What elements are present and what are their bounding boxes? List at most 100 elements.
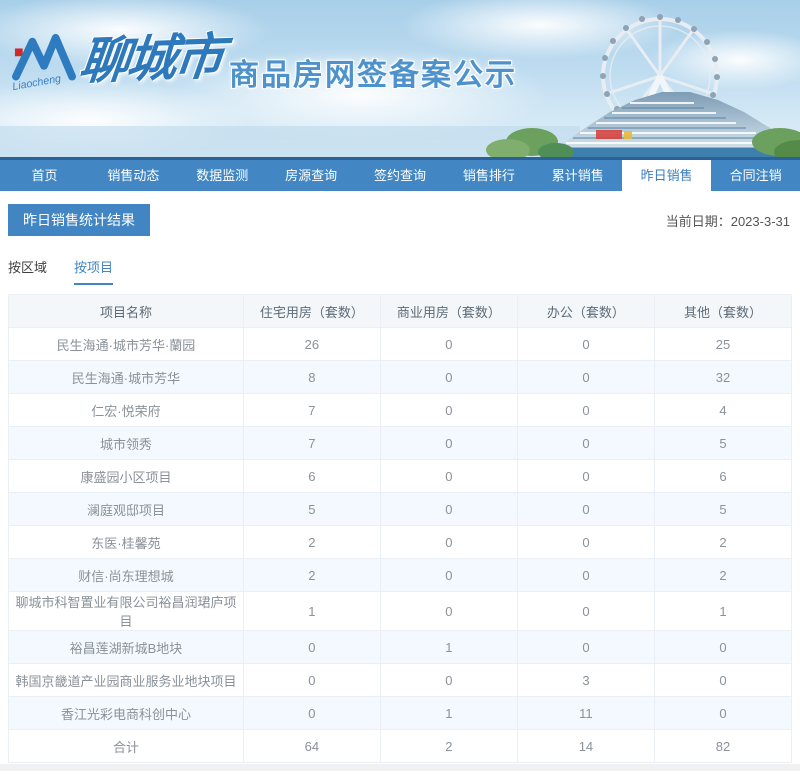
filter-tab-1[interactable]: 按区域 bbox=[8, 257, 47, 285]
project-name-cell: 民生海通·城市芳华·蘭园 bbox=[8, 327, 244, 361]
banner: Liaocheng 聊城市 商品房网签备案公示 bbox=[0, 0, 800, 157]
table-row: 东医·桂馨苑 2 0 0 2 bbox=[8, 525, 793, 559]
count-cell: 26 bbox=[242, 327, 381, 361]
filter-tab-2[interactable]: 按项目 bbox=[74, 257, 114, 285]
count-cell: 0 bbox=[379, 360, 518, 394]
count-cell: 0 bbox=[516, 492, 655, 526]
table-row: 香江光彩电商科创中心 0 1 11 0 bbox=[8, 696, 793, 730]
column-header: 项目名称 bbox=[8, 294, 244, 328]
count-cell: 2 bbox=[653, 525, 793, 559]
table-row: 澜庭观邸项目 5 0 0 5 bbox=[8, 492, 793, 526]
count-cell: 0 bbox=[516, 360, 655, 394]
count-cell: 64 bbox=[242, 729, 381, 763]
section-title-badge: 昨日销售统计结果 bbox=[8, 204, 150, 236]
count-cell: 0 bbox=[379, 663, 518, 697]
count-cell: 1 bbox=[242, 591, 381, 631]
site-title: 商品房网签备案公示 bbox=[229, 59, 517, 92]
count-cell: 4 bbox=[653, 393, 793, 427]
nav-item-8[interactable]: 昨日销售 bbox=[622, 160, 712, 191]
count-cell: 0 bbox=[653, 630, 793, 664]
count-cell: 5 bbox=[242, 492, 381, 526]
count-cell: 0 bbox=[379, 327, 518, 361]
table-row: 裕昌莲湖新城B地块 0 1 0 0 bbox=[8, 630, 793, 664]
project-name-cell: 香江光彩电商科创中心 bbox=[8, 696, 244, 730]
nav-item-2[interactable]: 销售动态 bbox=[89, 160, 178, 191]
count-cell: 0 bbox=[379, 426, 518, 460]
bottom-strip bbox=[0, 764, 800, 771]
count-cell: 1 bbox=[653, 591, 793, 631]
count-cell: 2 bbox=[242, 525, 381, 559]
project-name-cell: 康盛园小区项目 bbox=[8, 459, 244, 493]
nav-item-7[interactable]: 累计销售 bbox=[533, 160, 622, 191]
count-cell: 0 bbox=[379, 492, 518, 526]
table-header-row: 项目名称 住宅用房（套数） 商业用房（套数） 办公（套数） 其他（套数） bbox=[8, 294, 793, 328]
count-cell: 0 bbox=[516, 558, 655, 592]
project-name-cell: 城市领秀 bbox=[8, 426, 244, 460]
table-row: 康盛园小区项目 6 0 0 6 bbox=[8, 459, 793, 493]
count-cell: 0 bbox=[516, 459, 655, 493]
project-name-cell: 民生海通·城市芳华 bbox=[8, 360, 244, 394]
sales-table: 项目名称 住宅用房（套数） 商业用房（套数） 办公（套数） 其他（套数） 民生海通·城市… bbox=[8, 294, 793, 763]
count-cell: 5 bbox=[653, 492, 793, 526]
filter-tabs: 按区域 按项目 bbox=[0, 236, 800, 285]
nav-item-1[interactable]: 首页 bbox=[0, 160, 89, 191]
count-cell: 25 bbox=[653, 327, 793, 361]
column-header: 其他（套数） bbox=[653, 294, 793, 328]
project-name-cell: 合计 bbox=[8, 729, 244, 763]
count-cell: 0 bbox=[379, 591, 518, 631]
count-cell: 2 bbox=[242, 558, 381, 592]
main-nav: 首页 销售动态 数据监测 房源查询 签约查询 销售排行 累计销售 昨日销售 合同注销 bbox=[0, 157, 800, 191]
main-content: 昨日销售统计结果 当前日期：2023-3-31 按区域 按项目 项目名称 住宅用房（… bbox=[0, 191, 800, 763]
count-cell: 0 bbox=[379, 459, 518, 493]
count-cell: 1 bbox=[379, 630, 518, 664]
count-cell: 6 bbox=[242, 459, 381, 493]
count-cell: 0 bbox=[516, 426, 655, 460]
count-cell: 11 bbox=[516, 696, 655, 730]
current-date-prefix: 当前日期： bbox=[665, 213, 731, 229]
nav-item-5[interactable]: 签约查询 bbox=[356, 160, 445, 191]
count-cell: 0 bbox=[653, 663, 793, 697]
count-cell: 0 bbox=[516, 525, 655, 559]
count-cell: 32 bbox=[653, 360, 793, 394]
count-cell: 2 bbox=[653, 558, 793, 592]
count-cell: 2 bbox=[379, 729, 518, 763]
column-header: 商业用房（套数） bbox=[379, 294, 518, 328]
table-row: 民生海通·城市芳华·蘭园 26 0 0 25 bbox=[8, 327, 793, 361]
sales-table-body: 民生海通·城市芳华·蘭园 26 0 0 25 民生海通·城市芳华 8 0 0 32 仁宏·悦荣府 7 0… bbox=[8, 327, 793, 763]
count-cell: 6 bbox=[653, 459, 793, 493]
count-cell: 3 bbox=[516, 663, 655, 697]
brand: Liaocheng 聊城市 商品房网签备案公示 bbox=[12, 24, 517, 94]
count-cell: 8 bbox=[242, 360, 381, 394]
section-head: 昨日销售统计结果 当前日期：2023-3-31 bbox=[0, 191, 800, 236]
column-header: 住宅用房（套数） bbox=[242, 294, 381, 328]
building-sign bbox=[596, 130, 622, 139]
count-cell: 14 bbox=[516, 729, 655, 763]
sales-table-head: 项目名称 住宅用房（套数） 商业用房（套数） 办公（套数） 其他（套数） bbox=[8, 294, 793, 328]
project-name-cell: 东医·桂馨苑 bbox=[8, 525, 244, 559]
count-cell: 0 bbox=[653, 696, 793, 730]
nav-item-4[interactable]: 房源查询 bbox=[267, 160, 356, 191]
count-cell: 0 bbox=[242, 696, 381, 730]
count-cell: 5 bbox=[653, 426, 793, 460]
nav-item-3[interactable]: 数据监测 bbox=[178, 160, 267, 191]
count-cell: 0 bbox=[516, 327, 655, 361]
count-cell: 0 bbox=[379, 558, 518, 592]
nav-item-9[interactable]: 合同注销 bbox=[711, 160, 800, 191]
count-cell: 0 bbox=[516, 393, 655, 427]
count-cell: 0 bbox=[516, 591, 655, 631]
table-row: 财信·尚东理想城 2 0 0 2 bbox=[8, 558, 793, 592]
count-cell: 0 bbox=[242, 663, 381, 697]
project-name-cell: 韩国京畿道产业园商业服务业地块项目 bbox=[8, 663, 244, 697]
column-header: 办公（套数） bbox=[516, 294, 655, 328]
table-row: 聊城市科智置业有限公司裕昌润珺庐项目 1 0 0 1 bbox=[8, 591, 793, 631]
table-row: 仁宏·悦荣府 7 0 0 4 bbox=[8, 393, 793, 427]
count-cell: 7 bbox=[242, 426, 381, 460]
nav-item-6[interactable]: 销售排行 bbox=[444, 160, 533, 191]
count-cell: 1 bbox=[379, 696, 518, 730]
current-date: 当前日期：2023-3-31 bbox=[666, 211, 790, 230]
count-cell: 82 bbox=[653, 729, 793, 763]
table-row: 合计 64 2 14 82 bbox=[8, 729, 793, 763]
project-name-cell: 财信·尚东理想城 bbox=[8, 558, 244, 592]
table-row: 城市领秀 7 0 0 5 bbox=[8, 426, 793, 460]
project-name-cell: 澜庭观邸项目 bbox=[8, 492, 244, 526]
